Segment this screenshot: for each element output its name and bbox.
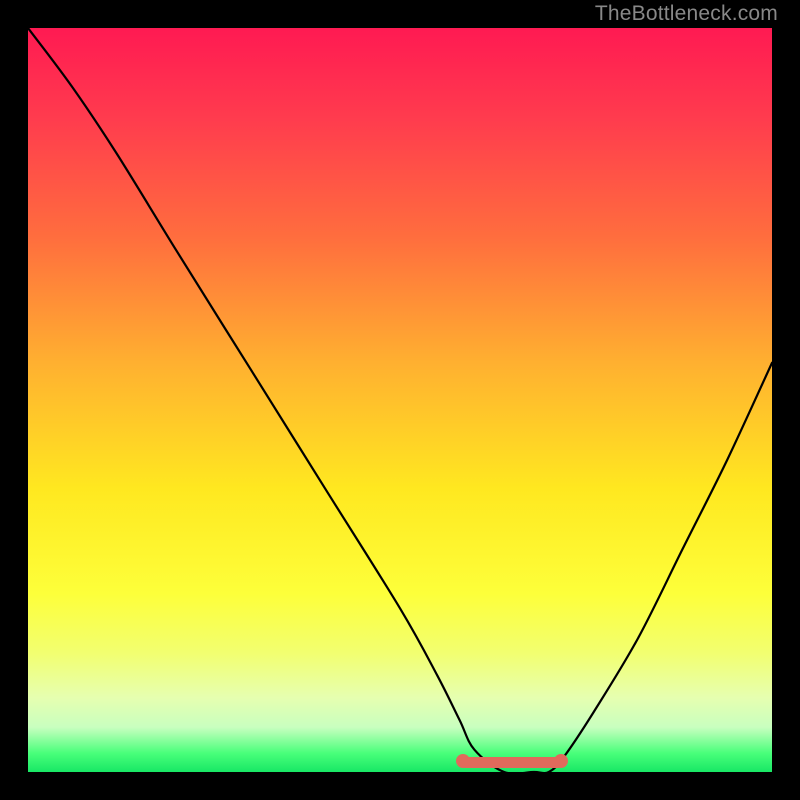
bottleneck-curve bbox=[28, 28, 772, 772]
optimal-range-marker bbox=[460, 757, 564, 768]
watermark-text: TheBottleneck.com bbox=[595, 2, 778, 26]
plot-area bbox=[28, 28, 772, 772]
chart-frame bbox=[18, 18, 782, 782]
